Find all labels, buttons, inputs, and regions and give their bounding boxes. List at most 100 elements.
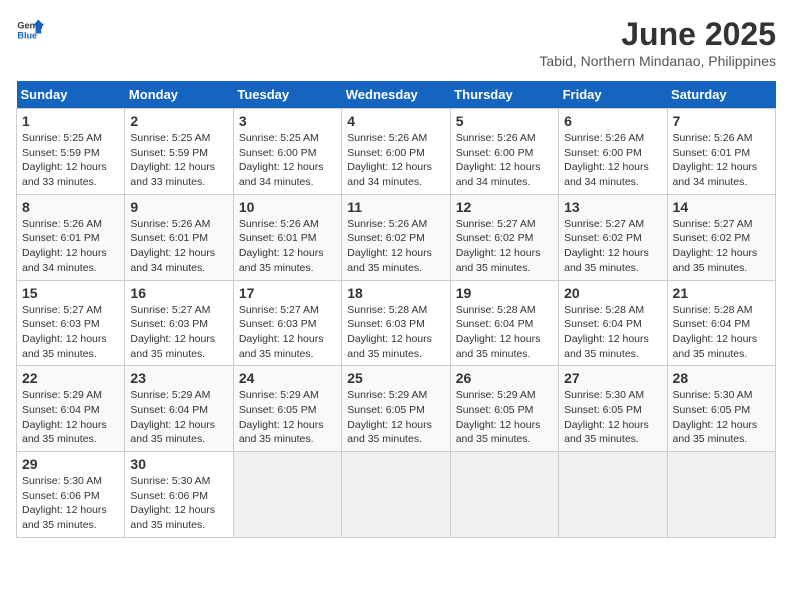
day-number: 27 [564, 370, 661, 386]
day-detail: Sunrise: 5:28 AMSunset: 6:04 PMDaylight:… [673, 303, 770, 362]
calendar-day-cell: 12 Sunrise: 5:27 AMSunset: 6:02 PMDayligh… [450, 194, 558, 280]
logo: General Blue [16, 16, 44, 44]
day-detail: Sunrise: 5:27 AMSunset: 6:02 PMDaylight:… [456, 217, 553, 276]
calendar-day-cell: 25Sunrise: 5:29 AMSunset: 6:05 PMDayligh… [342, 366, 450, 452]
calendar-day-cell: 4 Sunrise: 5:26 AMSunset: 6:00 PMDaylight… [342, 109, 450, 195]
day-detail: Sunrise: 5:26 AMSunset: 6:00 PMDaylight:… [564, 131, 661, 190]
calendar-day-cell: 13 Sunrise: 5:27 AMSunset: 6:02 PMDayligh… [559, 194, 667, 280]
calendar-day-cell: 5 Sunrise: 5:26 AMSunset: 6:00 PMDaylight… [450, 109, 558, 195]
day-detail: Sunrise: 5:30 AMSunset: 6:06 PMDaylight:… [22, 474, 119, 533]
calendar-day-cell [233, 452, 341, 538]
day-number: 5 [456, 113, 553, 129]
header-wednesday: Wednesday [342, 81, 450, 109]
day-number: 26 [456, 370, 553, 386]
day-number: 1 [22, 113, 119, 129]
day-number: 24 [239, 370, 336, 386]
header-tuesday: Tuesday [233, 81, 341, 109]
calendar-day-cell: 24Sunrise: 5:29 AMSunset: 6:05 PMDayligh… [233, 366, 341, 452]
day-detail: Sunrise: 5:28 AMSunset: 6:04 PMDaylight:… [564, 303, 661, 362]
day-number: 23 [130, 370, 227, 386]
day-detail: Sunrise: 5:27 AMSunset: 6:03 PMDaylight:… [22, 303, 119, 362]
calendar-day-cell: 27 Sunrise: 5:30 AMSunset: 6:05 PMDayligh… [559, 366, 667, 452]
calendar-day-cell: 11 Sunrise: 5:26 AMSunset: 6:02 PMDayligh… [342, 194, 450, 280]
title-area: June 2025 Tabid, Northern Mindanao, Phil… [539, 16, 776, 69]
calendar-day-cell: 16 Sunrise: 5:27 AMSunset: 6:03 PMDayligh… [125, 280, 233, 366]
month-year-title: June 2025 [539, 16, 776, 53]
header-saturday: Saturday [667, 81, 775, 109]
day-detail: Sunrise: 5:29 AMSunset: 6:05 PMDaylight:… [456, 388, 553, 447]
day-number: 19 [456, 285, 553, 301]
header-monday: Monday [125, 81, 233, 109]
day-number: 3 [239, 113, 336, 129]
day-detail: Sunrise: 5:29 AMSunset: 6:04 PMDaylight:… [22, 388, 119, 447]
day-number: 2 [130, 113, 227, 129]
calendar-day-cell: 1Sunrise: 5:25 AMSunset: 5:59 PMDaylight… [17, 109, 125, 195]
calendar-day-cell [667, 452, 775, 538]
calendar-week-row: 22 Sunrise: 5:29 AMSunset: 6:04 PMDayligh… [17, 366, 776, 452]
day-detail: Sunrise: 5:26 AMSunset: 6:00 PMDaylight:… [456, 131, 553, 190]
header-friday: Friday [559, 81, 667, 109]
day-number: 18 [347, 285, 444, 301]
day-detail: Sunrise: 5:26 AMSunset: 6:01 PMDaylight:… [673, 131, 770, 190]
calendar-day-cell: 8Sunrise: 5:26 AMSunset: 6:01 PMDaylight… [17, 194, 125, 280]
calendar-day-cell: 17 Sunrise: 5:27 AMSunset: 6:03 PMDayligh… [233, 280, 341, 366]
day-detail: Sunrise: 5:30 AMSunset: 6:05 PMDaylight:… [673, 388, 770, 447]
calendar-day-cell: 20Sunrise: 5:28 AMSunset: 6:04 PMDayligh… [559, 280, 667, 366]
calendar-week-row: 15 Sunrise: 5:27 AMSunset: 6:03 PMDayligh… [17, 280, 776, 366]
calendar-day-cell: 30 Sunrise: 5:30 AMSunset: 6:06 PMDayligh… [125, 452, 233, 538]
calendar-week-row: 29Sunrise: 5:30 AMSunset: 6:06 PMDayligh… [17, 452, 776, 538]
day-number: 12 [456, 199, 553, 215]
calendar-day-cell: 7 Sunrise: 5:26 AMSunset: 6:01 PMDaylight… [667, 109, 775, 195]
day-detail: Sunrise: 5:26 AMSunset: 6:01 PMDaylight:… [130, 217, 227, 276]
calendar-day-cell: 23Sunrise: 5:29 AMSunset: 6:04 PMDayligh… [125, 366, 233, 452]
day-number: 15 [22, 285, 119, 301]
day-number: 4 [347, 113, 444, 129]
calendar-day-cell: 10 Sunrise: 5:26 AMSunset: 6:01 PMDayligh… [233, 194, 341, 280]
calendar-day-cell [559, 452, 667, 538]
day-number: 14 [673, 199, 770, 215]
day-number: 28 [673, 370, 770, 386]
day-number: 30 [130, 456, 227, 472]
day-number: 17 [239, 285, 336, 301]
day-detail: Sunrise: 5:28 AMSunset: 6:03 PMDaylight:… [347, 303, 444, 362]
calendar-day-cell: 18 Sunrise: 5:28 AMSunset: 6:03 PMDayligh… [342, 280, 450, 366]
weekday-header-row: Sunday Monday Tuesday Wednesday Thursday… [17, 81, 776, 109]
calendar-day-cell: 3Sunrise: 5:25 AMSunset: 6:00 PMDaylight… [233, 109, 341, 195]
day-detail: Sunrise: 5:26 AMSunset: 6:00 PMDaylight:… [347, 131, 444, 190]
day-detail: Sunrise: 5:28 AMSunset: 6:04 PMDaylight:… [456, 303, 553, 362]
calendar-day-cell: 29Sunrise: 5:30 AMSunset: 6:06 PMDayligh… [17, 452, 125, 538]
calendar-week-row: 8Sunrise: 5:26 AMSunset: 6:01 PMDaylight… [17, 194, 776, 280]
header-thursday: Thursday [450, 81, 558, 109]
day-detail: Sunrise: 5:27 AMSunset: 6:02 PMDaylight:… [564, 217, 661, 276]
day-detail: Sunrise: 5:30 AMSunset: 6:06 PMDaylight:… [130, 474, 227, 533]
svg-text:Blue: Blue [17, 30, 37, 40]
day-number: 10 [239, 199, 336, 215]
day-detail: Sunrise: 5:26 AMSunset: 6:02 PMDaylight:… [347, 217, 444, 276]
calendar-day-cell: 9Sunrise: 5:26 AMSunset: 6:01 PMDaylight… [125, 194, 233, 280]
calendar-day-cell: 19 Sunrise: 5:28 AMSunset: 6:04 PMDayligh… [450, 280, 558, 366]
calendar-day-cell: 15 Sunrise: 5:27 AMSunset: 6:03 PMDayligh… [17, 280, 125, 366]
day-detail: Sunrise: 5:26 AMSunset: 6:01 PMDaylight:… [22, 217, 119, 276]
calendar-day-cell [450, 452, 558, 538]
day-detail: Sunrise: 5:27 AMSunset: 6:02 PMDaylight:… [673, 217, 770, 276]
calendar-day-cell: 14 Sunrise: 5:27 AMSunset: 6:02 PMDayligh… [667, 194, 775, 280]
day-number: 22 [22, 370, 119, 386]
calendar-day-cell: 6 Sunrise: 5:26 AMSunset: 6:00 PMDaylight… [559, 109, 667, 195]
day-detail: Sunrise: 5:29 AMSunset: 6:05 PMDaylight:… [347, 388, 444, 447]
day-detail: Sunrise: 5:27 AMSunset: 6:03 PMDaylight:… [130, 303, 227, 362]
day-detail: Sunrise: 5:26 AMSunset: 6:01 PMDaylight:… [239, 217, 336, 276]
day-number: 21 [673, 285, 770, 301]
header: General Blue June 2025 Tabid, Northern M… [16, 16, 776, 69]
day-number: 7 [673, 113, 770, 129]
calendar-day-cell: 28 Sunrise: 5:30 AMSunset: 6:05 PMDayligh… [667, 366, 775, 452]
day-detail: Sunrise: 5:27 AMSunset: 6:03 PMDaylight:… [239, 303, 336, 362]
day-detail: Sunrise: 5:30 AMSunset: 6:05 PMDaylight:… [564, 388, 661, 447]
day-number: 16 [130, 285, 227, 301]
day-number: 13 [564, 199, 661, 215]
logo-icon: General Blue [16, 16, 44, 44]
calendar-day-cell: 22 Sunrise: 5:29 AMSunset: 6:04 PMDayligh… [17, 366, 125, 452]
day-number: 6 [564, 113, 661, 129]
location-subtitle: Tabid, Northern Mindanao, Philippines [539, 53, 776, 69]
header-sunday: Sunday [17, 81, 125, 109]
day-number: 11 [347, 199, 444, 215]
